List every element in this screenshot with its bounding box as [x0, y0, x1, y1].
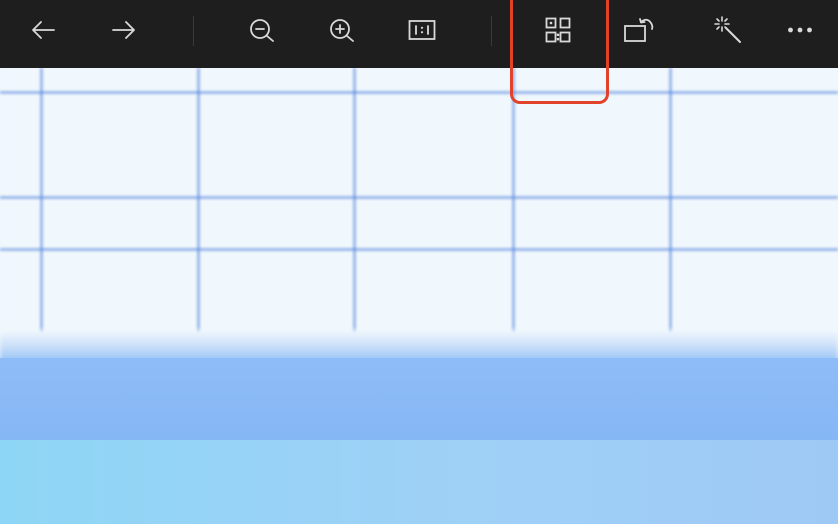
toolbar-separator	[491, 16, 492, 46]
grid-line	[0, 248, 838, 251]
grid-line	[0, 91, 838, 94]
more-icon	[788, 27, 812, 33]
zoom-in-icon	[330, 19, 354, 42]
one-to-one-icon	[408, 20, 436, 40]
rotate-icon	[624, 18, 654, 42]
toolbar-separator	[193, 16, 194, 46]
zoom-out-icon	[250, 19, 274, 42]
zoom-in-button[interactable]	[318, 10, 366, 50]
grid-paper-region	[0, 68, 838, 348]
arrow-right-icon	[112, 21, 135, 39]
forward-button[interactable]	[100, 10, 148, 50]
blue-band	[0, 358, 838, 440]
image-canvas[interactable]	[0, 68, 838, 524]
actual-size-button[interactable]	[398, 10, 446, 50]
back-button[interactable]	[19, 10, 67, 50]
arrow-left-icon	[32, 21, 55, 39]
auto-enhance-button[interactable]	[704, 10, 752, 50]
grid-line	[197, 68, 200, 340]
zoom-out-button[interactable]	[238, 10, 286, 50]
grid-line	[353, 68, 356, 340]
toolbar	[0, 0, 838, 68]
sky-band	[0, 440, 838, 524]
more-button[interactable]	[776, 10, 824, 50]
qr-code-icon	[545, 17, 571, 43]
scan-qr-button[interactable]	[534, 10, 582, 50]
grid-line	[512, 68, 515, 340]
grid-line	[0, 196, 838, 199]
magic-wand-icon	[714, 16, 741, 43]
image-viewer	[0, 0, 838, 524]
grid-line	[669, 68, 672, 340]
grid-line	[40, 68, 43, 340]
rotate-button[interactable]	[616, 10, 664, 50]
